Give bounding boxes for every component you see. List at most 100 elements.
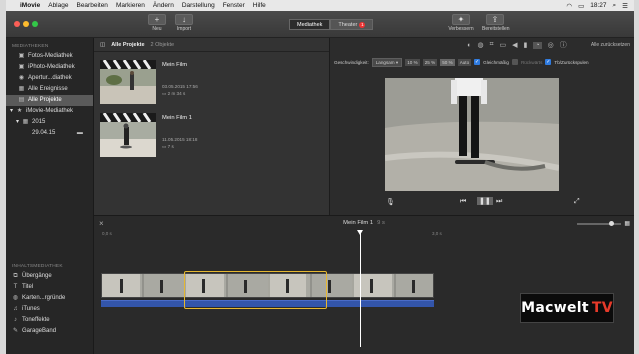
rewind-checkbox[interactable]: ✓ bbox=[545, 59, 552, 65]
stabilization-icon[interactable]: ▭ bbox=[500, 41, 507, 49]
color-correction-icon[interactable]: ◍ bbox=[477, 41, 483, 49]
playhead[interactable] bbox=[360, 232, 361, 347]
disclosure-down-icon[interactable]: ▾ bbox=[10, 106, 13, 117]
sidebar-item-label: Apertur...diathek bbox=[28, 75, 72, 81]
sidebar-item-iphoto[interactable]: ▣ iPhoto-Mediathek bbox=[6, 62, 93, 73]
info-icon[interactable]: ⓘ bbox=[560, 40, 567, 50]
sidebar-item-label: Alle Ereignisse bbox=[28, 86, 68, 92]
macwelt-tv-logo: Macwelt TV bbox=[520, 293, 614, 323]
toggle-sidebar-icon[interactable]: ◫ bbox=[100, 42, 105, 48]
speed-icon[interactable]: ◔ bbox=[533, 41, 542, 49]
sidebar-item-event-date[interactable]: 29.04.15 ▬ bbox=[6, 128, 93, 139]
clip-filter-icon[interactable]: ◎ bbox=[548, 41, 554, 49]
project-browser: ◫ Alle Projekte 2 Objekte Mein Film 03.0… bbox=[94, 38, 329, 215]
menu-extras: ◠ ▭ 18:27 ⌕ ☰ bbox=[566, 0, 628, 11]
project-duration: 2 m 34 s bbox=[167, 91, 186, 96]
zoom-slider-knob[interactable] bbox=[609, 220, 615, 226]
skip-forward-icon[interactable]: ⏭ bbox=[496, 198, 502, 206]
sidebar-item-titel[interactable]: T Titel bbox=[6, 282, 94, 293]
disclosure-down-icon[interactable]: ▾ bbox=[16, 117, 19, 128]
menu-aendern[interactable]: Ändern bbox=[153, 2, 174, 9]
menu-bearbeiten[interactable]: Bearbeiten bbox=[76, 2, 107, 9]
skip-back-icon[interactable]: ⏮ bbox=[460, 198, 466, 206]
speed-auto-button[interactable]: Auto bbox=[457, 58, 472, 66]
sidebar-item-ereignisse[interactable]: ▦ Alle Ereignisse bbox=[6, 84, 93, 95]
speed-select[interactable]: Langsam ▾ bbox=[371, 57, 403, 67]
sidebar-item-2015[interactable]: ▾ ▦ 2015 bbox=[6, 117, 93, 128]
import-button[interactable]: ↓ Import bbox=[171, 14, 197, 32]
share-button[interactable]: ⇪ Bereitstellen bbox=[482, 14, 510, 32]
wifi-icon[interactable]: ◠ bbox=[566, 2, 572, 10]
speed-select-value: Langsam bbox=[375, 59, 395, 65]
menu-markieren[interactable]: Markieren bbox=[116, 2, 145, 9]
sidebar: MEDIATHEKEN ▣ Fotos-Mediathek ▣ iPhoto-Med… bbox=[6, 38, 94, 354]
sound-effects-icon: ♪ bbox=[14, 317, 17, 323]
sidebar-item-label: Titel bbox=[22, 284, 34, 290]
speed-controls: Geschwindigkeit: Langsam ▾ 10 % 25 % 50 … bbox=[334, 57, 632, 67]
project-item[interactable]: Mein Film 1 11.05.2015 18:18 ▭ 7 s bbox=[100, 113, 325, 157]
menu-ablage[interactable]: Ablage bbox=[48, 2, 68, 9]
iphoto-icon: ▣ bbox=[18, 64, 25, 70]
aperture-icon: ◉ bbox=[18, 75, 25, 81]
sidebar-item-label: Karten...rgründe bbox=[22, 295, 66, 301]
import-label: Import bbox=[176, 26, 192, 32]
fullscreen-icon[interactable]: ⤢ bbox=[574, 198, 580, 206]
timeline-duration: 9 s bbox=[377, 220, 385, 226]
timeline-header: × Mein Film 1 9 s ▦ bbox=[94, 216, 634, 230]
volume-icon[interactable]: ◀ bbox=[512, 41, 517, 49]
minimize-window-icon[interactable] bbox=[23, 21, 29, 27]
sidebar-item-label: Toneffekte bbox=[22, 317, 50, 323]
share-icon: ⇪ bbox=[486, 14, 504, 25]
sidebar-item-imovie-library[interactable]: ▾ ★ iMovie-Mediathek bbox=[6, 106, 93, 117]
sidebar-item-itunes[interactable]: ♫ iTunes bbox=[6, 304, 94, 315]
sidebar-item-toneffekte[interactable]: ♪ Toneffekte bbox=[6, 315, 94, 326]
close-window-icon[interactable] bbox=[14, 21, 20, 27]
play-pause-icon[interactable]: ❚❚ bbox=[477, 197, 493, 205]
menu-fenster[interactable]: Fenster bbox=[223, 2, 245, 9]
zoom-window-icon[interactable] bbox=[32, 21, 38, 27]
sidebar-item-aperture[interactable]: ◉ Apertur...diathek bbox=[6, 73, 93, 84]
transitions-icon: ⧉ bbox=[13, 273, 18, 279]
enhance-button[interactable]: ✦ Verbessern bbox=[448, 14, 474, 32]
clip-appearance-icon[interactable]: ▦ bbox=[624, 220, 630, 227]
photos-icon: ▣ bbox=[18, 53, 25, 59]
reset-all-button[interactable]: Alle zurücksetzen bbox=[591, 42, 630, 48]
clip-selection-range[interactable] bbox=[184, 271, 327, 309]
sidebar-item-garageband[interactable]: ✎ GarageBand bbox=[6, 326, 94, 337]
sidebar-item-fotos[interactable]: ▣ Fotos-Mediathek bbox=[6, 51, 93, 62]
sidebar-item-label: iMovie-Mediathek bbox=[26, 108, 74, 114]
speed-10-button[interactable]: 10 % bbox=[405, 58, 420, 66]
reverse-checkbox[interactable] bbox=[511, 59, 518, 65]
imovie-window: iMovie Ablage Bearbeiten Markieren Änder… bbox=[6, 0, 634, 354]
close-icon[interactable]: × bbox=[99, 219, 104, 228]
notification-center-icon[interactable]: ☰ bbox=[622, 2, 628, 10]
project-thumbnail bbox=[100, 113, 156, 157]
zoom-slider[interactable] bbox=[577, 220, 622, 226]
plus-icon: + bbox=[148, 14, 166, 25]
sidebar-item-uebergaenge[interactable]: ⧉ Übergänge bbox=[6, 271, 94, 282]
microphone-icon[interactable]: 🎙 bbox=[386, 198, 395, 206]
tab-mediathek[interactable]: Mediathek bbox=[289, 19, 331, 30]
sidebar-item-karten[interactable]: ◍ Karten...rgründe bbox=[6, 293, 94, 304]
spotlight-icon[interactable]: ⌕ bbox=[613, 2, 617, 10]
zoom-control: ▦ bbox=[577, 220, 630, 227]
crop-icon[interactable]: ⌗ bbox=[490, 41, 494, 49]
project-item[interactable]: Mein Film 03.05.2015 17:56 ▭ 2 m 34 s bbox=[100, 60, 325, 104]
sidebar-item-label: Übergänge bbox=[22, 273, 52, 279]
tab-theater[interactable]: Theater 1 bbox=[330, 19, 374, 30]
menu-hilfe[interactable]: Hilfe bbox=[253, 2, 266, 9]
speed-50-button[interactable]: 50 % bbox=[440, 58, 455, 66]
speed-25-button[interactable]: 25 % bbox=[422, 58, 438, 66]
smooth-checkbox[interactable]: ✓ bbox=[474, 59, 481, 65]
sidebar-item-projekte[interactable]: ▤ Alle Projekte bbox=[6, 95, 93, 106]
new-button[interactable]: + Neu bbox=[144, 14, 170, 32]
menu-app-name[interactable]: iMovie bbox=[20, 2, 40, 9]
clock-text[interactable]: 18:27 bbox=[590, 2, 606, 9]
sidebar-item-label: Fotos-Mediathek bbox=[28, 53, 73, 59]
menu-darstellung[interactable]: Darstellung bbox=[182, 2, 215, 9]
color-balance-icon[interactable]: ◐ bbox=[467, 42, 471, 49]
globe-icon: ◍ bbox=[12, 295, 19, 301]
noise-reduction-icon[interactable]: ▮ bbox=[524, 41, 528, 49]
logo-word-1: Macwelt bbox=[521, 300, 589, 316]
battery-icon[interactable]: ▭ bbox=[578, 2, 584, 10]
